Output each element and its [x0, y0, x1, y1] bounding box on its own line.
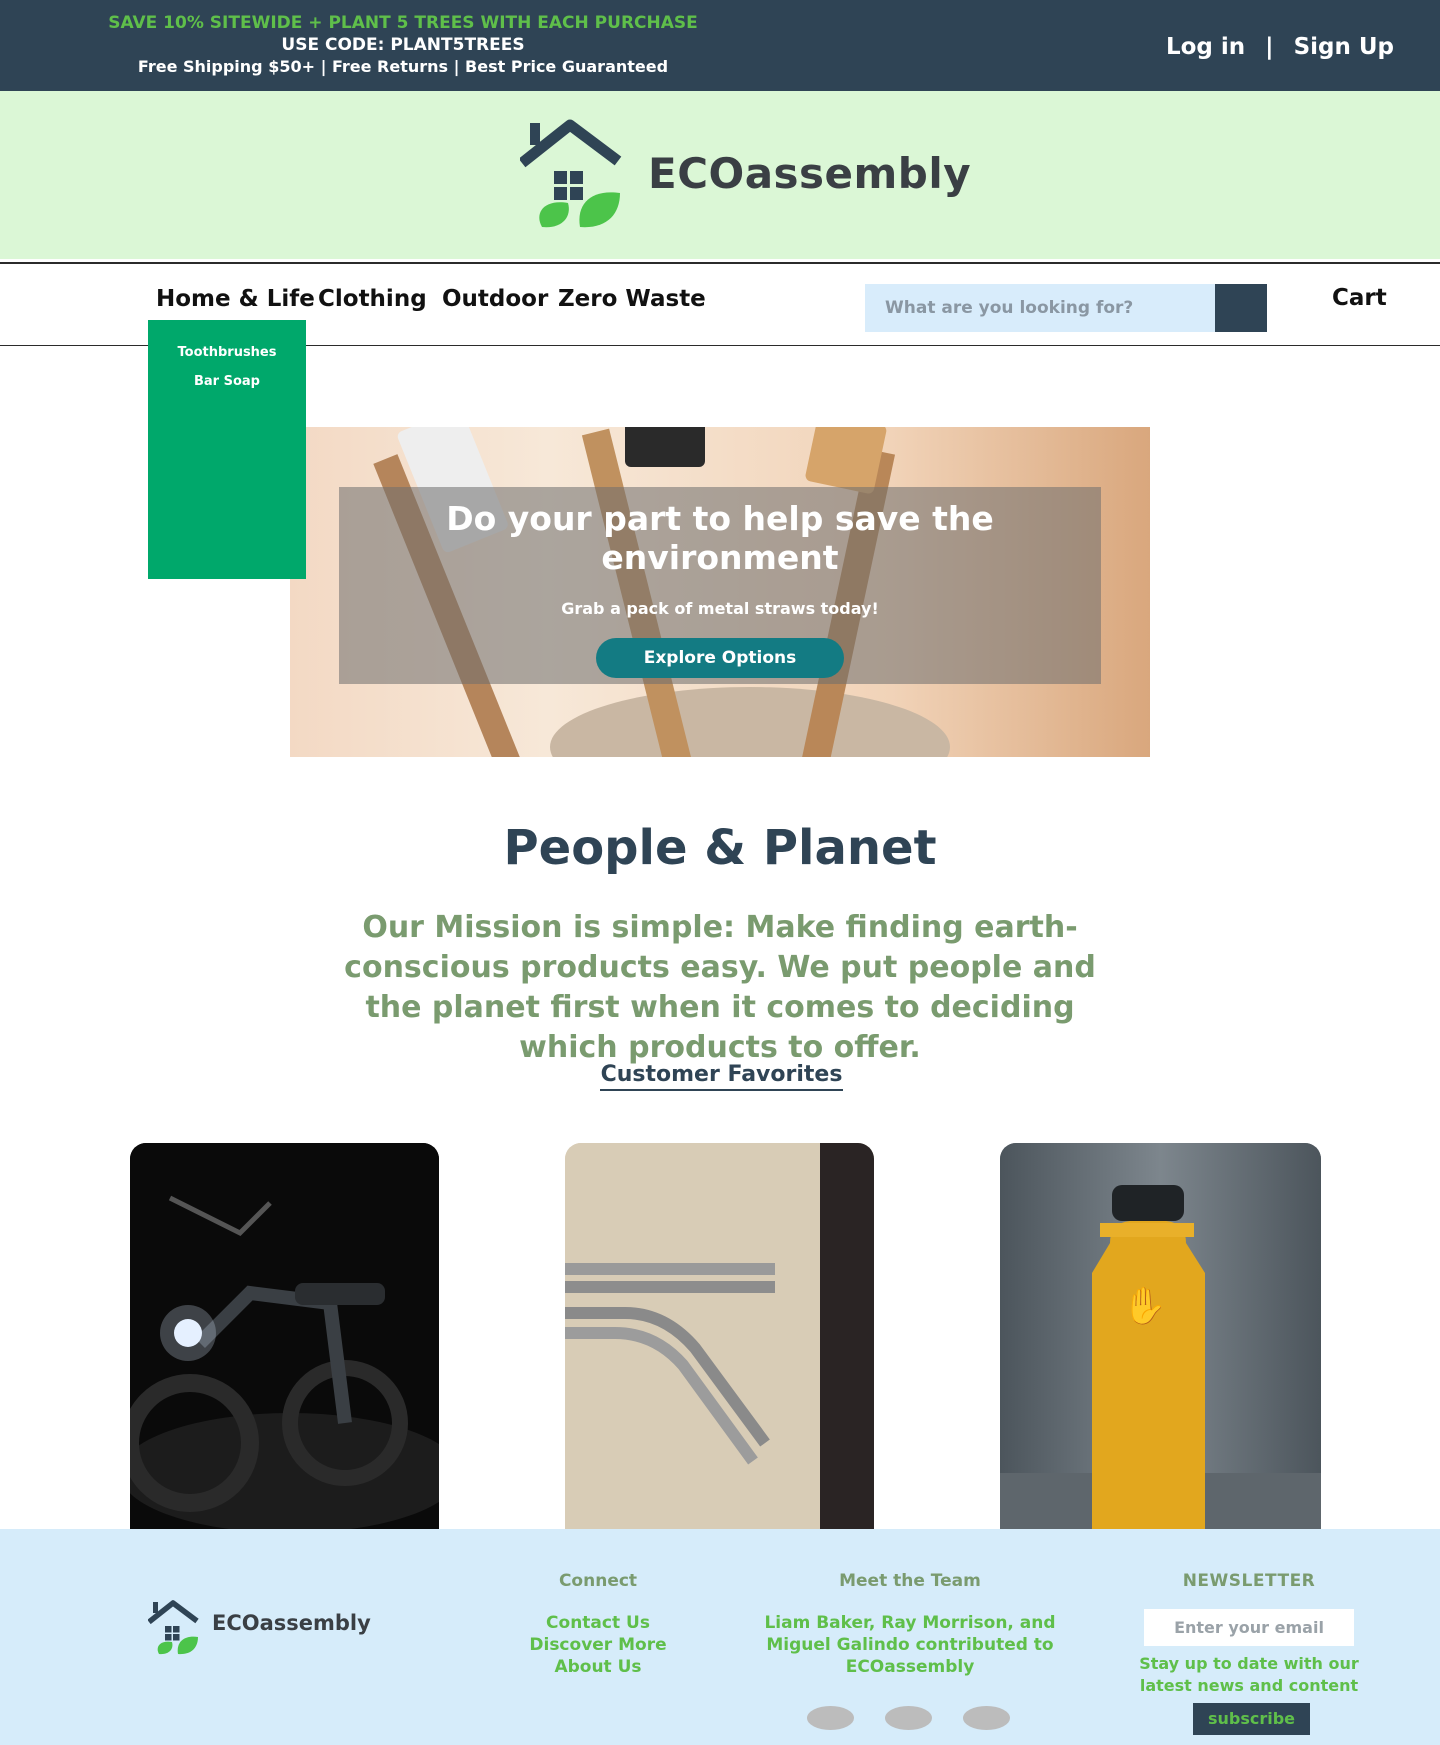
- nav-item-zero-waste[interactable]: Zero Waste: [558, 286, 706, 312]
- explore-options-button[interactable]: Explore Options: [596, 638, 844, 678]
- product-card-metal-straws[interactable]: [565, 1143, 874, 1530]
- home-life-dropdown: Toothbrushes Bar Soap: [148, 320, 306, 579]
- brand-name: ECOassembly: [648, 149, 972, 198]
- login-link[interactable]: Log in: [1166, 34, 1245, 60]
- newsletter-heading: NEWSLETTER: [1182, 1571, 1316, 1591]
- team-text: Liam Baker, Ray Morrison, and Miguel Gal…: [764, 1613, 1056, 1677]
- water-bottle-image: ✋: [1000, 1143, 1321, 1530]
- product-card-water-bottle[interactable]: ✋: [1000, 1143, 1321, 1530]
- promo-line-3: Free Shipping $50+ | Free Returns | Best…: [137, 57, 669, 76]
- newsletter-email-input[interactable]: [1144, 1609, 1354, 1646]
- svg-text:✋: ✋: [1122, 1285, 1167, 1327]
- discover-more-link[interactable]: Discover More: [520, 1634, 676, 1656]
- cart-link[interactable]: Cart: [1332, 285, 1387, 311]
- newsletter-text: Stay up to date with our latest news and…: [1139, 1654, 1359, 1695]
- nav-item-home-life[interactable]: Home & Life: [156, 286, 315, 312]
- auth-separator: |: [1265, 34, 1274, 60]
- about-us-link[interactable]: About Us: [520, 1656, 676, 1678]
- logo-band: ECOassembly: [0, 91, 1440, 259]
- promo-line-2: USE CODE: PLANT5TREES: [281, 35, 525, 55]
- social-icon-3[interactable]: [963, 1706, 1010, 1730]
- ebike-image: [130, 1143, 439, 1530]
- social-icon-2[interactable]: [885, 1706, 932, 1730]
- site-footer: ECOassembly Connect Contact Us Discover …: [0, 1529, 1440, 1745]
- hero-subtitle: Grab a pack of metal straws today!: [561, 599, 879, 618]
- signup-link[interactable]: Sign Up: [1294, 34, 1394, 60]
- dropdown-item-toothbrushes[interactable]: Toothbrushes: [148, 338, 306, 367]
- search-box: [865, 284, 1217, 332]
- hero-overlay: Do your part to help save the environmen…: [339, 487, 1101, 684]
- site-logo[interactable]: ECOassembly: [520, 117, 971, 237]
- contact-us-link[interactable]: Contact Us: [520, 1612, 676, 1634]
- social-icon-1[interactable]: [807, 1706, 854, 1730]
- nav-item-outdoor[interactable]: Outdoor: [442, 286, 548, 312]
- hero-banner: Do your part to help save the environmen…: [290, 427, 1150, 757]
- footer-brand-name: ECOassembly: [212, 1611, 371, 1635]
- house-leaf-icon: [520, 119, 622, 228]
- customer-favorites-link[interactable]: Customer Favorites: [600, 1062, 843, 1091]
- subscribe-button[interactable]: subscribe: [1193, 1703, 1310, 1735]
- metal-straws-image: [565, 1143, 874, 1530]
- house-leaf-icon: [148, 1600, 199, 1655]
- connect-heading: Connect: [558, 1571, 638, 1591]
- team-heading: Meet the Team: [839, 1571, 981, 1591]
- promo-text: SAVE 10% SITEWIDE + PLANT 5 TREES WITH E…: [0, 12, 806, 78]
- newsletter-email-box: [1144, 1609, 1354, 1646]
- hero-title: Do your part to help save the environmen…: [446, 499, 994, 577]
- search-input[interactable]: [865, 284, 1217, 332]
- promo-line-1: SAVE 10% SITEWIDE + PLANT 5 TREES WITH E…: [108, 13, 698, 33]
- product-card-ebike[interactable]: [130, 1143, 439, 1530]
- auth-links: Log in | Sign Up: [1166, 34, 1394, 60]
- section-title: People & Planet: [503, 820, 937, 876]
- connect-links: Contact Us Discover More About Us: [520, 1612, 676, 1678]
- dropdown-item-bar-soap[interactable]: Bar Soap: [148, 367, 306, 396]
- footer-logo[interactable]: ECOassembly: [148, 1599, 378, 1659]
- nav-item-clothing[interactable]: Clothing: [318, 286, 427, 312]
- search-button[interactable]: [1215, 284, 1267, 332]
- promo-bar: SAVE 10% SITEWIDE + PLANT 5 TREES WITH E…: [0, 0, 1440, 91]
- mission-text: Our Mission is simple: Make finding eart…: [344, 910, 1096, 1065]
